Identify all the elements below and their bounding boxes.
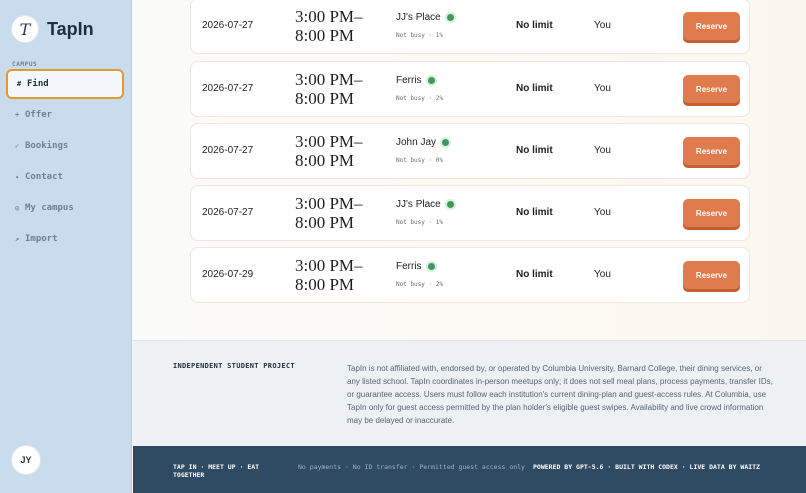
sidebar-item-label: My campus: [25, 203, 74, 213]
listing-time-end: 8:00 PM: [295, 151, 355, 170]
disclaimer-section: INDEPENDENT STUDENT PROJECT TapIn is not…: [133, 340, 806, 446]
sidebar-item-bookings[interactable]: ✓ Bookings: [6, 131, 124, 161]
listing-time-end: 8:00 PM: [295, 213, 355, 232]
status-dot-icon: [427, 77, 435, 84]
listing-date: 2026-07-27: [202, 83, 254, 94]
app-logo[interactable]: T TapIn: [11, 15, 94, 43]
sidebar-item-offer[interactable]: + Offer: [6, 100, 124, 130]
listing-time-end: 8:00 PM: [295, 26, 355, 45]
listing-place-name: Ferris: [396, 261, 422, 272]
reserve-button[interactable]: Reserve: [683, 12, 740, 40]
sidebar-item-label: Import: [25, 234, 58, 244]
listing-time-end: 8:00 PM: [295, 275, 355, 294]
listing-limit: No limit: [516, 83, 553, 94]
listing-limit: No limit: [516, 20, 553, 31]
sidebar-item-import[interactable]: ↗ Import: [6, 224, 124, 254]
listings-panel: 2026-07-27 3:00 PM– 8:00 PM JJ's Place N…: [133, 0, 806, 340]
listing-host: You: [594, 269, 611, 280]
listing-time-start: 3:00 PM–: [295, 194, 363, 213]
listing-host: You: [594, 20, 611, 31]
listing-time: 3:00 PM– 8:00 PM: [295, 7, 363, 45]
sparkle-icon: ✦: [15, 173, 20, 181]
listing-card: 2026-07-27 3:00 PM– 8:00 PM JJ's Place N…: [190, 0, 750, 54]
listing-time-start: 3:00 PM–: [295, 70, 363, 89]
arrow-up-right-icon: ↗: [15, 235, 20, 243]
listing-place-name: Ferris: [396, 75, 422, 86]
listing-place: JJ's Place: [396, 12, 454, 23]
listing-time-start: 3:00 PM–: [295, 256, 363, 275]
listing-host: You: [594, 207, 611, 218]
listing-place-name: JJ's Place: [396, 199, 441, 210]
footer: TAP IN · MEET UP · EAT TOGETHER No payme…: [133, 446, 806, 493]
reserve-button[interactable]: Reserve: [683, 137, 740, 165]
listing-date: 2026-07-27: [202, 207, 254, 218]
listing-card: 2026-07-27 3:00 PM– 8:00 PM Ferris Not b…: [190, 61, 750, 117]
crowd-status: Not busy · 0%: [396, 157, 443, 164]
status-dot-icon: [446, 14, 454, 21]
footer-tagline: TAP IN · MEET UP · EAT TOGETHER: [173, 463, 260, 479]
listing-place-name: John Jay: [396, 137, 437, 148]
sidebar-item-contact[interactable]: ✦ Contact: [6, 162, 124, 192]
avatar[interactable]: JY: [11, 445, 41, 475]
footer-notice: No payments · No ID transfer · Permitted…: [298, 463, 525, 471]
sidebar-section-label: CAMPUS: [12, 61, 38, 68]
logo-icon: T: [11, 15, 39, 43]
disclaimer-text: TapIn is not affiliated with, endorsed b…: [347, 364, 773, 425]
listing-limit: No limit: [516, 269, 553, 280]
reserve-button[interactable]: Reserve: [683, 261, 740, 289]
sidebar-item-label: Find: [27, 79, 49, 89]
listing-date: 2026-07-29: [202, 269, 254, 280]
reserve-button[interactable]: Reserve: [683, 75, 740, 103]
listing-card: 2026-07-29 3:00 PM– 8:00 PM Ferris Not b…: [190, 247, 750, 303]
listing-date: 2026-07-27: [202, 20, 254, 31]
listing-host: You: [594, 83, 611, 94]
footer-credits: POWERED BY GPT-5.6 · BUILT WITH CODEX · …: [533, 463, 760, 471]
listing-card: 2026-07-27 3:00 PM– 8:00 PM John Jay Not…: [190, 123, 750, 179]
listing-place: Ferris: [396, 261, 435, 272]
reserve-button[interactable]: Reserve: [683, 199, 740, 227]
listing-limit: No limit: [516, 145, 553, 156]
sidebar-item-label: Contact: [25, 172, 63, 182]
listing-time-end: 8:00 PM: [295, 89, 355, 108]
listing-place: Ferris: [396, 75, 435, 86]
disclaimer-heading: INDEPENDENT STUDENT PROJECT: [173, 362, 295, 370]
crowd-status: Not busy · 2%: [396, 95, 443, 102]
listing-time: 3:00 PM– 8:00 PM: [295, 194, 363, 232]
listing-place: JJ's Place: [396, 199, 454, 210]
listing-time-start: 3:00 PM–: [295, 132, 363, 151]
listing-place: John Jay: [396, 137, 450, 148]
crowd-status: Not busy · 1%: [396, 32, 443, 39]
status-dot-icon: [427, 263, 435, 270]
target-icon: ◎: [15, 204, 20, 212]
listing-date: 2026-07-27: [202, 145, 254, 156]
listing-time-start: 3:00 PM–: [295, 7, 363, 26]
sidebar-item-label: Offer: [25, 110, 53, 120]
status-dot-icon: [446, 201, 454, 208]
listing-time: 3:00 PM– 8:00 PM: [295, 256, 363, 294]
plus-icon: +: [15, 111, 20, 119]
listing-time: 3:00 PM– 8:00 PM: [295, 70, 363, 108]
sidebar-item-label: Bookings: [25, 141, 69, 151]
listing-limit: No limit: [516, 207, 553, 218]
listing-place-name: JJ's Place: [396, 12, 441, 23]
crowd-status: Not busy · 1%: [396, 219, 443, 226]
check-icon: ✓: [15, 142, 20, 150]
sidebar-item-find[interactable]: # Find: [6, 69, 124, 99]
app-name: TapIn: [47, 18, 94, 39]
hash-icon: #: [17, 80, 22, 88]
sidebar-item-my-campus[interactable]: ◎ My campus: [6, 193, 124, 223]
listing-time: 3:00 PM– 8:00 PM: [295, 132, 363, 170]
sidebar: T TapIn CAMPUS # Find + Offer ✓ Bookings…: [0, 0, 132, 493]
status-dot-icon: [442, 139, 450, 146]
crowd-status: Not busy · 2%: [396, 281, 443, 288]
sidebar-nav: # Find + Offer ✓ Bookings ✦ Contact ◎ My…: [6, 69, 124, 255]
listing-card: 2026-07-27 3:00 PM– 8:00 PM JJ's Place N…: [190, 185, 750, 241]
listing-host: You: [594, 145, 611, 156]
